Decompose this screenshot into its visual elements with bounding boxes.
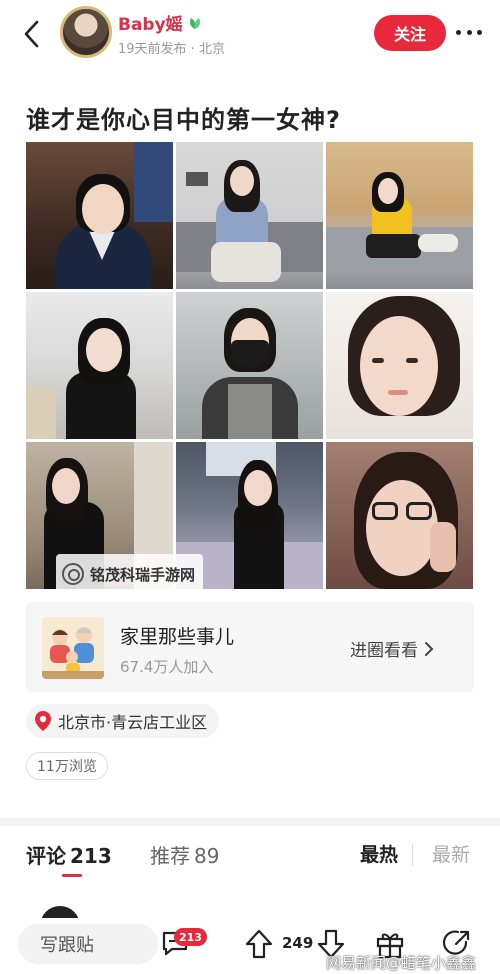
circle-thumbnail	[42, 617, 104, 679]
tab-recommend[interactable]: 推荐 89	[150, 840, 219, 869]
chevron-right-icon	[425, 641, 434, 656]
post-meta: 19天前发布 · 北京	[118, 42, 225, 57]
chevron-left-icon	[24, 20, 39, 48]
photo-thumbnail[interactable]	[176, 292, 323, 439]
write-comment-input[interactable]: 写跟贴	[18, 924, 158, 964]
footer-watermark: 网易新闻@蜡笔小鑫鑫	[326, 954, 477, 972]
comment-tabs: 评论 213 推荐 89 最热 最新	[26, 840, 474, 877]
section-divider	[0, 818, 500, 826]
photo-thumbnail[interactable]	[326, 442, 473, 589]
photo-thumbnail[interactable]	[26, 292, 173, 439]
photo-thumbnail[interactable]	[326, 142, 473, 289]
post-title: 谁才是你心目中的第一女神?	[26, 106, 341, 134]
tab-recommend-count: 89	[194, 844, 220, 868]
sort-new-button[interactable]: 最新	[432, 840, 470, 867]
location-tag[interactable]: 北京市·青云店工业区	[26, 704, 220, 738]
follow-button[interactable]: 关注	[374, 15, 446, 51]
tab-comments[interactable]: 评论 213	[26, 840, 112, 869]
photo-thumbnail[interactable]	[176, 142, 323, 289]
location-text: 北京市·青云店工业区	[58, 713, 208, 732]
family-illustration-icon	[42, 617, 104, 679]
sort-hot-button[interactable]: 最热	[360, 840, 398, 867]
photo-grid	[26, 142, 474, 590]
back-button[interactable]	[16, 14, 46, 54]
tab-recommend-label: 推荐	[150, 844, 190, 868]
vote-count: 249	[282, 934, 314, 952]
more-options-button[interactable]	[456, 22, 482, 42]
dot-icon	[477, 29, 482, 35]
enter-circle-link[interactable]: 进圈看看	[350, 636, 434, 661]
sort-divider	[412, 844, 413, 866]
circle-member-count: 67.4万人加入	[120, 658, 214, 676]
dot-icon	[456, 29, 461, 35]
author-name[interactable]: Baby媱	[118, 10, 183, 35]
post-header: Baby媱 19天前发布 · 北京 关注	[0, 0, 500, 72]
photo-thumbnail[interactable]	[26, 142, 173, 289]
verified-leaf-icon	[189, 17, 200, 29]
view-count: 11万浏览	[26, 752, 108, 780]
enter-circle-label[interactable]: 进圈看看	[350, 636, 418, 661]
author-avatar[interactable]	[60, 6, 112, 58]
watermark-text: 铭茂科瑞手游网	[90, 565, 196, 584]
camera-icon	[62, 563, 84, 585]
watermark-badge: 铭茂科瑞手游网	[56, 554, 204, 594]
photo-thumbnail[interactable]	[326, 292, 473, 439]
active-tab-indicator	[62, 874, 82, 877]
circle-card[interactable]: 家里那些事儿 67.4万人加入 进圈看看	[26, 602, 474, 692]
location-pin-icon	[35, 711, 51, 731]
tab-comments-count: 213	[70, 844, 112, 868]
dot-icon	[466, 29, 472, 35]
author-name-row[interactable]: Baby媱	[118, 10, 203, 35]
upvote-icon[interactable]	[244, 928, 274, 960]
tab-comments-label: 评论	[26, 844, 66, 868]
circle-name: 家里那些事儿	[120, 626, 235, 648]
comment-count-badge: 213	[174, 928, 207, 946]
